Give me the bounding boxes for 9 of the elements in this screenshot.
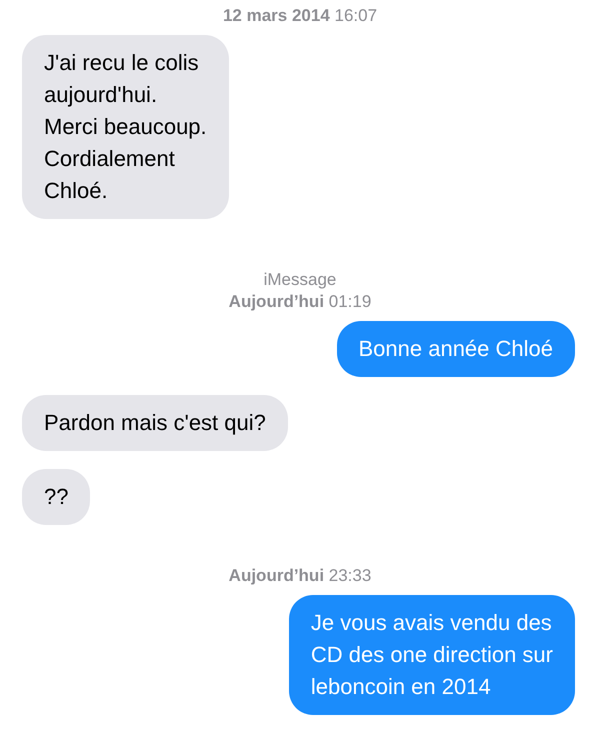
received-message-bubble: J'ai recu le colis aujourd'hui. Merci beaucoup. Cordialement Chloé.: [22, 35, 229, 219]
sent-message-bubble: Je vous avais vendu des CD des one direction sur leboncoin en 2014: [288, 595, 575, 715]
message-timestamp: 12 mars 2014 16:07: [222, 5, 378, 27]
service-label: iMessage: [264, 269, 336, 291]
received-message-bubble: ??: [22, 469, 90, 525]
message-timestamp: Aujourd’hui 01:19: [228, 291, 372, 313]
sent-message-bubble: Bonne année Chloé: [336, 321, 575, 377]
received-message-bubble: Pardon mais c'est qui?: [22, 395, 288, 451]
message-timestamp: Aujourd’hui 23:33: [228, 565, 372, 587]
